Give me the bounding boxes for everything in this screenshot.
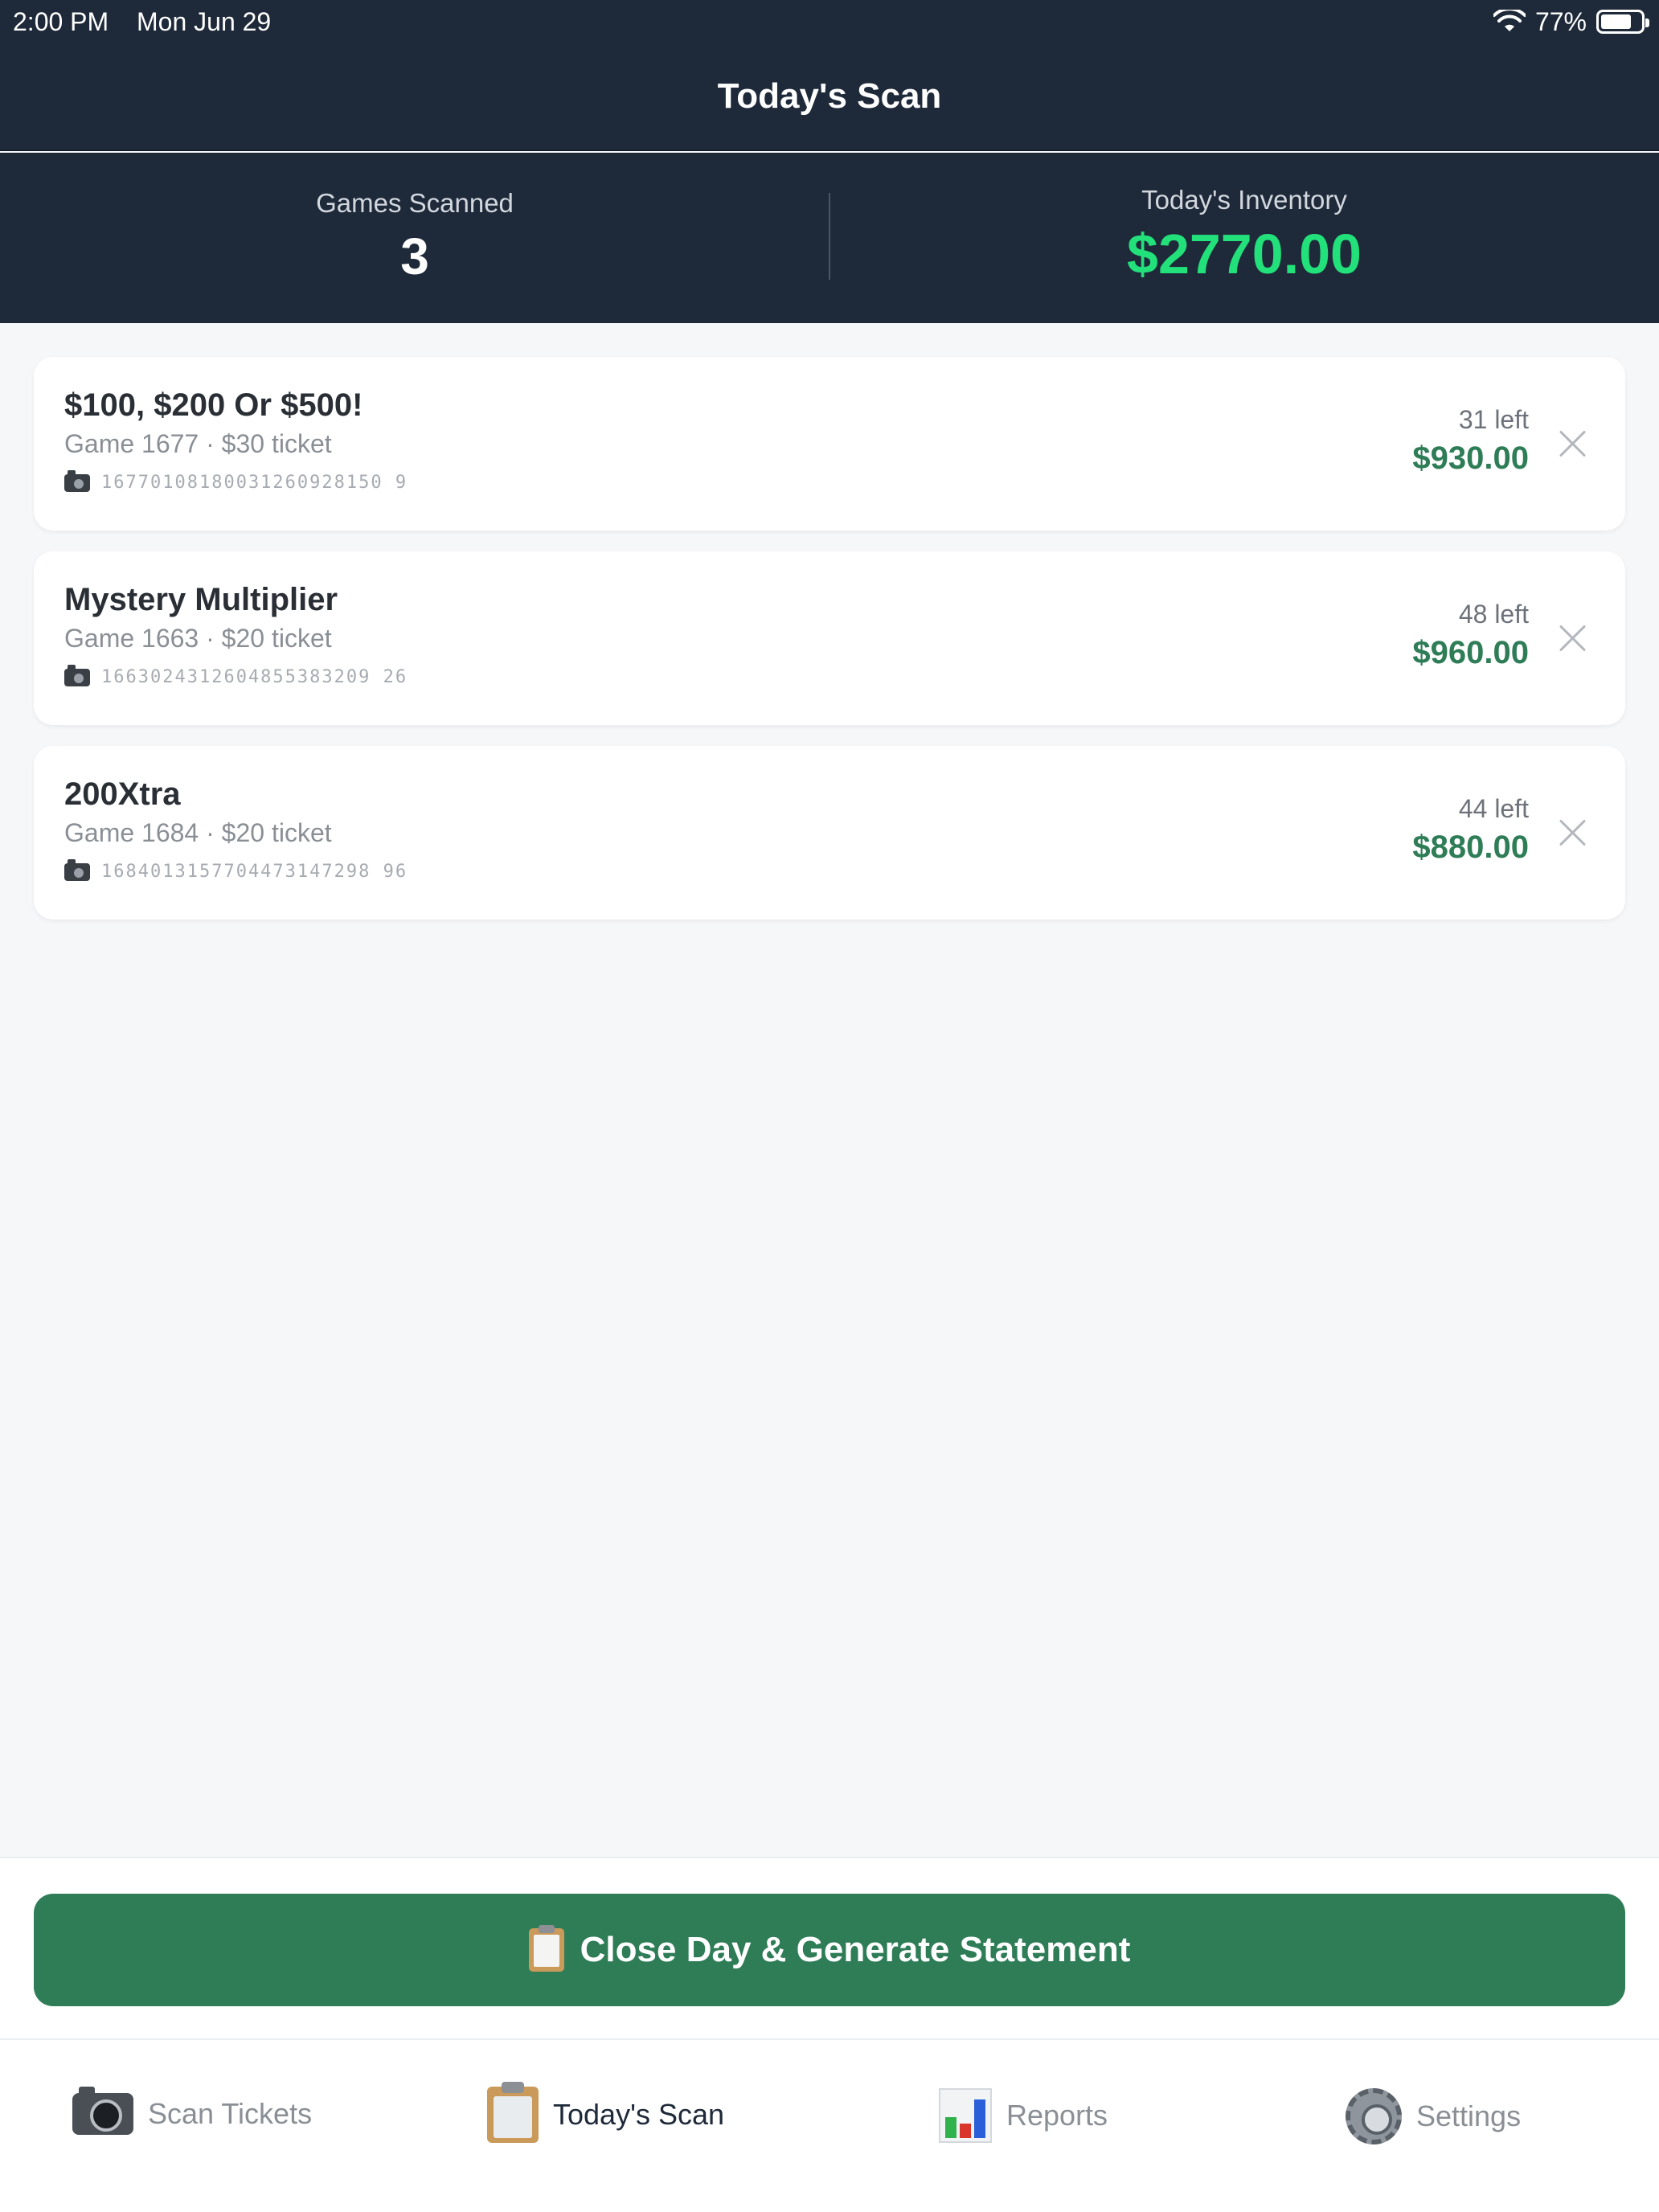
tickets-left: 44 left bbox=[1458, 794, 1529, 823]
game-meta: Game 1677 · $30 ticket bbox=[64, 429, 332, 458]
clipboard-icon bbox=[528, 1925, 564, 1972]
game-name: 200Xtra bbox=[64, 776, 181, 812]
inventory-stat: Today's Inventory $2770.00 bbox=[830, 153, 1659, 323]
battery-icon bbox=[1596, 10, 1649, 34]
tab-bar: Scan Tickets Today's Scan Reports Settin… bbox=[0, 2038, 1659, 2212]
scanned-games-list: $100, $200 Or $500! Game 1677 · $30 tick… bbox=[34, 357, 1625, 940]
clipboard-icon bbox=[487, 2082, 539, 2143]
games-scanned-stat: Games Scanned 3 bbox=[0, 153, 830, 323]
game-meta: Game 1663 · $20 ticket bbox=[64, 624, 332, 653]
game-meta: Game 1684 · $20 ticket bbox=[64, 818, 332, 847]
game-barcode: 1684013157704473147298 96 bbox=[64, 858, 408, 882]
close-day-label: Close Day & Generate Statement bbox=[580, 1930, 1131, 1969]
game-barcode: 16770108180031260928150 9 bbox=[64, 469, 408, 493]
game-amount: $960.00 bbox=[1412, 635, 1529, 670]
camera-icon bbox=[64, 469, 90, 492]
barcode-number: 16770108180031260928150 9 bbox=[101, 473, 408, 493]
games-scanned-value: 3 bbox=[400, 227, 429, 285]
battery-percent: 77% bbox=[1534, 7, 1587, 36]
action-area: Close Day & Generate Statement bbox=[0, 1857, 1659, 2038]
game-name: $100, $200 Or $500! bbox=[64, 387, 363, 423]
games-scanned-label: Games Scanned bbox=[316, 188, 514, 218]
remove-game-close-icon[interactable] bbox=[1558, 624, 1587, 653]
barcode-number: 1684013157704473147298 96 bbox=[101, 862, 408, 882]
wifi-icon bbox=[1493, 10, 1526, 31]
game-card[interactable]: Mystery Multiplier Game 1663 · $20 ticke… bbox=[34, 551, 1625, 725]
tab-label: Today's Scan bbox=[553, 2098, 724, 2131]
inventory-value: $2770.00 bbox=[1127, 223, 1362, 285]
game-amount: $930.00 bbox=[1412, 440, 1529, 476]
status-time: 2:00 PM bbox=[13, 7, 109, 36]
battery-level bbox=[1601, 14, 1631, 29]
game-card[interactable]: 200Xtra Game 1684 · $20 ticket 168401315… bbox=[34, 746, 1625, 920]
status-indicators: 77% bbox=[1493, 0, 1649, 43]
remove-game-close-icon[interactable] bbox=[1558, 429, 1587, 458]
game-card[interactable]: $100, $200 Or $500! Game 1677 · $30 tick… bbox=[34, 357, 1625, 530]
inventory-label: Today's Inventory bbox=[1141, 185, 1347, 215]
tab-label: Reports bbox=[1006, 2099, 1108, 2132]
status-date: Mon Jun 29 bbox=[137, 7, 272, 36]
camera-icon bbox=[72, 2087, 133, 2135]
tickets-left: 31 left bbox=[1458, 405, 1529, 434]
barcode-number: 1663024312604855383209 26 bbox=[101, 667, 408, 687]
bar-chart-icon bbox=[939, 2088, 992, 2143]
nav-header: Today's Scan bbox=[0, 43, 1659, 151]
today-scan-screen: 2:00 PM Mon Jun 29 77% Today's Scan Game… bbox=[0, 0, 1659, 2212]
gear-icon bbox=[1346, 2088, 1402, 2144]
tab-label: Settings bbox=[1416, 2099, 1522, 2132]
game-amount: $880.00 bbox=[1412, 830, 1529, 865]
page-title: Today's Scan bbox=[717, 76, 942, 116]
game-name: Mystery Multiplier bbox=[64, 582, 338, 617]
tab-label: Scan Tickets bbox=[148, 2097, 313, 2130]
summary-panel: Games Scanned 3 Today's Inventory $2770.… bbox=[0, 153, 1659, 323]
status-bar: 2:00 PM Mon Jun 29 77% bbox=[0, 0, 1659, 43]
camera-icon bbox=[64, 858, 90, 881]
tickets-left: 48 left bbox=[1458, 600, 1529, 629]
close-day-button[interactable]: Close Day & Generate Statement bbox=[34, 1894, 1625, 2006]
camera-icon bbox=[64, 664, 90, 686]
game-barcode: 1663024312604855383209 26 bbox=[64, 664, 408, 687]
remove-game-close-icon[interactable] bbox=[1558, 818, 1587, 847]
